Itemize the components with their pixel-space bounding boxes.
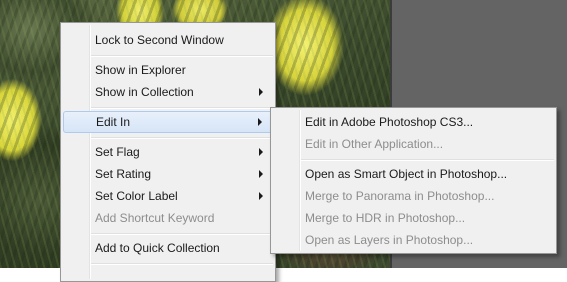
menu-item-label: Show in Collection [95,85,194,99]
menu-item-label: Add Shortcut Keyword [95,211,215,225]
menu-item-label: Open as Layers in Photoshop... [305,233,474,247]
menu-item-add-to-quick-collection[interactable]: Add to Quick Collection [63,237,273,259]
menu-separator [91,137,273,139]
menu-item-label: Open as Smart Object in Photoshop... [305,167,508,181]
submenu-item-open-as-smart-object[interactable]: Open as Smart Object in Photoshop... [273,163,554,185]
submenu-item-edit-in-photoshop[interactable]: Edit in Adobe Photoshop CS3... [273,111,554,133]
menu-item-label: Edit In [96,115,131,129]
menu-item-label: Add to Quick Collection [95,241,220,255]
menu-item-label: Set Flag [95,145,140,159]
menu-item-add-shortcut-keyword[interactable]: Add Shortcut Keyword [63,207,273,229]
menu-item-label: Set Rating [95,167,152,181]
menu-item-label: Edit in Other Application... [305,137,444,151]
submenu-item-merge-to-hdr[interactable]: Merge to HDR in Photoshop... [273,207,554,229]
submenu-arrow-icon [259,148,263,156]
menu-item-label: Merge to Panorama in Photoshop... [305,189,495,203]
menu-item-label: Edit in Adobe Photoshop CS3... [305,115,474,129]
menu-item-set-flag[interactable]: Set Flag [63,141,273,163]
menu-separator [301,159,554,161]
menu-separator [91,233,273,235]
context-menu: Lock to Second Window Show in Explorer S… [60,22,276,282]
menu-item-label: Show in Explorer [95,63,186,77]
submenu-item-edit-in-other-application[interactable]: Edit in Other Application... [273,133,554,155]
menu-item-show-in-collection[interactable]: Show in Collection [63,81,273,103]
submenu-arrow-icon [259,170,263,178]
menu-item-set-rating[interactable]: Set Rating [63,163,273,185]
menu-item-label: Merge to HDR in Photoshop... [305,211,466,225]
menu-separator [91,107,273,109]
menu-item-label: Lock to Second Window [95,33,224,47]
submenu-arrow-icon [258,118,262,126]
menu-item-lock-to-second-window[interactable]: Lock to Second Window [63,29,273,51]
edit-in-submenu: Edit in Adobe Photoshop CS3... Edit in O… [270,107,557,254]
menu-item-show-in-explorer[interactable]: Show in Explorer [63,59,273,81]
submenu-item-merge-to-panorama[interactable]: Merge to Panorama in Photoshop... [273,185,554,207]
menu-separator [91,55,273,57]
menu-item-label: Set Color Label [95,189,178,203]
menu-separator [91,263,273,265]
submenu-arrow-icon [259,88,263,96]
submenu-item-open-as-layers[interactable]: Open as Layers in Photoshop... [273,229,554,251]
menu-item-set-color-label[interactable]: Set Color Label [63,185,273,207]
menu-item-edit-in[interactable]: Edit In [63,111,273,133]
submenu-arrow-icon [259,192,263,200]
